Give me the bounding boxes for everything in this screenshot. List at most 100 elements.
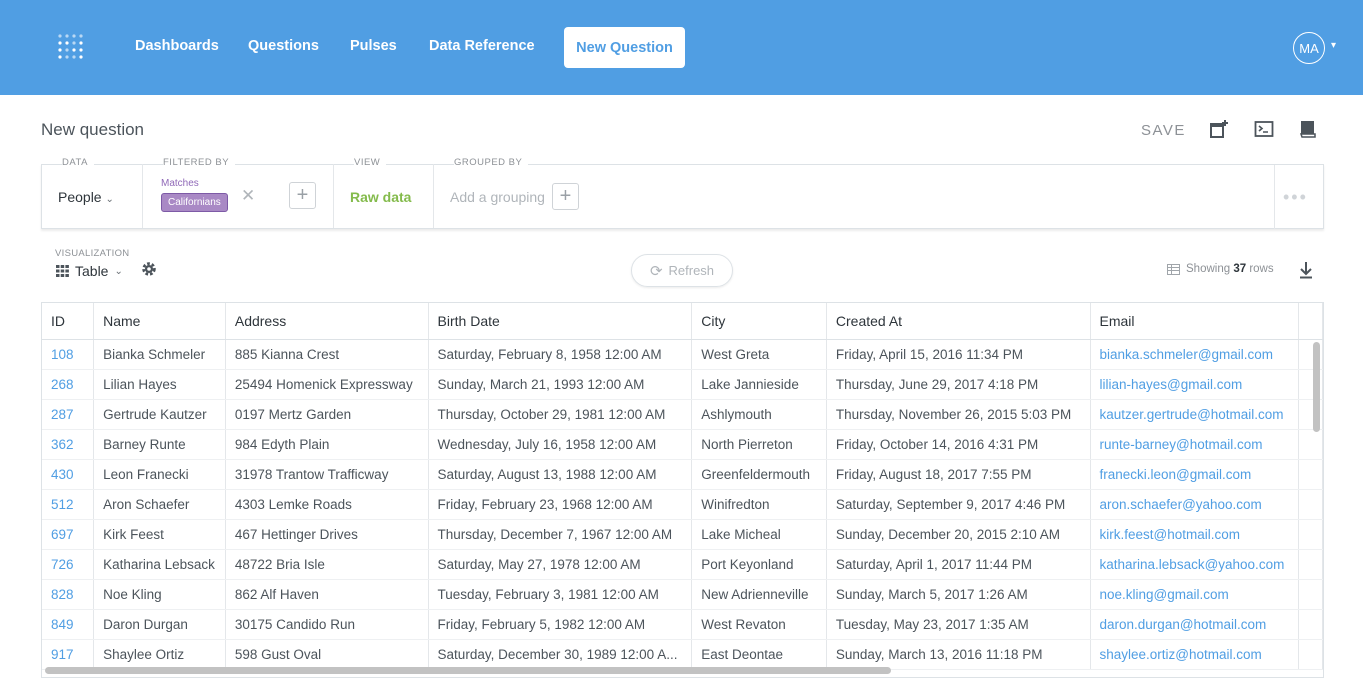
column-header-id[interactable]: ID — [42, 303, 95, 340]
nav-data-reference[interactable]: Data Reference — [429, 38, 535, 54]
table-cell-id[interactable]: 287 — [42, 399, 95, 430]
table-cell-email[interactable]: shaylee.ortiz@hotmail.com — [1090, 639, 1300, 670]
column-header-created-at[interactable]: Created At — [826, 303, 1091, 340]
table-cell-id[interactable]: 430 — [42, 459, 95, 490]
column-header-name[interactable]: Name — [93, 303, 226, 340]
table-cell-created-at: Sunday, March 13, 2016 11:18 PM — [826, 639, 1091, 670]
table-cell-city: Lake Micheal — [691, 519, 827, 550]
results-table: ID Name Address Birth Date City Created At Ema… — [41, 302, 1324, 678]
save-button[interactable]: SAVE — [1141, 122, 1186, 139]
table-cell-address: 4303 Lemke Roads — [225, 489, 429, 520]
table-cell-city: West Greta — [691, 339, 827, 370]
table-cell-created-at: Tuesday, May 23, 2017 1:35 AM — [826, 609, 1091, 640]
reference-book-icon[interactable] — [1298, 119, 1318, 139]
chevron-down-icon[interactable]: ▾ — [1331, 40, 1336, 51]
table-cell-id[interactable]: 108 — [42, 339, 95, 370]
table-cell-created-at: Saturday, April 1, 2017 11:44 PM — [826, 549, 1091, 580]
table-cell-created-at: Saturday, September 9, 2017 4:46 PM — [826, 489, 1091, 520]
table-row: 828 Noe Kling 862 Alf Haven Tuesday, Februa… — [42, 579, 1323, 610]
row-count: Showing 37 rows — [1167, 263, 1274, 275]
table-cell-id[interactable]: 828 — [42, 579, 95, 610]
table-cell-email[interactable]: franecki.leon@gmail.com — [1090, 459, 1300, 490]
data-source-select[interactable]: People ⌄ — [58, 189, 114, 205]
table-row: 849 Daron Durgan 30175 Candido Run Friday, … — [42, 609, 1323, 640]
table-cell-address: 25494 Homenick Expressway — [225, 369, 429, 400]
table-cell-id[interactable]: 512 — [42, 489, 95, 520]
metabase-logo-icon[interactable] — [57, 33, 85, 61]
add-grouping-link[interactable]: Add a grouping — [450, 189, 545, 205]
table-cell-id[interactable]: 849 — [42, 609, 95, 640]
nav-pulses[interactable]: Pulses — [350, 38, 397, 54]
table-cell-birth-date: Thursday, October 29, 1981 12:00 AM — [428, 399, 693, 430]
table-cell-id[interactable]: 917 — [42, 639, 95, 670]
horizontal-scrollbar[interactable] — [45, 667, 891, 674]
table-cell-created-at: Friday, August 18, 2017 7:55 PM — [826, 459, 1091, 490]
chevron-down-icon: ⌄ — [114, 265, 123, 277]
refresh-button[interactable]: ⟳ Refresh — [631, 254, 733, 287]
table-cell-address: 984 Edyth Plain — [225, 429, 429, 460]
add-to-dashboard-icon[interactable] — [1209, 119, 1229, 139]
table-cell-spacer — [1298, 429, 1323, 460]
avatar[interactable]: MA — [1293, 32, 1325, 64]
table-cell-city: Greenfeldermouth — [691, 459, 827, 490]
table-cell-email[interactable]: lilian-hayes@gmail.com — [1090, 369, 1300, 400]
table-cell-email[interactable]: runte-barney@hotmail.com — [1090, 429, 1300, 460]
nav-questions[interactable]: Questions — [248, 38, 319, 54]
row-count-value: 37 — [1233, 263, 1247, 275]
table-cell-name: Gertrude Kautzer — [93, 399, 226, 430]
table-cell-birth-date: Saturday, May 27, 1978 12:00 AM — [428, 549, 693, 580]
table-cell-address: 48722 Bria Isle — [225, 549, 429, 580]
table-cell-id[interactable]: 362 — [42, 429, 95, 460]
table-row: 268 Lilian Hayes 25494 Homenick Expressway… — [42, 369, 1323, 400]
table-cell-name: Lilian Hayes — [93, 369, 226, 400]
nav-dashboards[interactable]: Dashboards — [135, 38, 219, 54]
table-cell-email[interactable]: bianka.schmeler@gmail.com — [1090, 339, 1300, 370]
table-cell-address: 598 Gust Oval — [225, 639, 429, 670]
vertical-scrollbar[interactable] — [1313, 342, 1320, 432]
table-cell-name: Kirk Feest — [93, 519, 226, 550]
data-label: DATA — [62, 157, 94, 168]
table-cell-created-at: Thursday, June 29, 2017 4:18 PM — [826, 369, 1091, 400]
view-select[interactable]: Raw data — [350, 189, 411, 205]
table-cell-name: Leon Franecki — [93, 459, 226, 490]
table-cell-email[interactable]: kirk.feest@hotmail.com — [1090, 519, 1300, 550]
table-cell-email[interactable]: kautzer.gertrude@hotmail.com — [1090, 399, 1300, 430]
table-cell-birth-date: Wednesday, July 16, 1958 12:00 AM — [428, 429, 693, 460]
table-cell-created-at: Sunday, December 20, 2015 2:10 AM — [826, 519, 1091, 550]
download-icon[interactable] — [1298, 261, 1314, 279]
table-row: 697 Kirk Feest 467 Hettinger Drives Thursda… — [42, 519, 1323, 550]
table-cell-name: Barney Runte — [93, 429, 226, 460]
gear-icon[interactable] — [140, 260, 158, 278]
table-cell-birth-date: Friday, February 23, 1968 12:00 AM — [428, 489, 693, 520]
more-options-button[interactable]: ••• — [1283, 187, 1308, 208]
add-grouping-button[interactable]: + — [552, 183, 579, 210]
visualization-type: Table — [75, 263, 109, 279]
table-cell-birth-date: Saturday, December 30, 1989 12:00 A... — [428, 639, 693, 670]
close-icon[interactable]: ✕ — [241, 186, 255, 206]
table-cell-id[interactable]: 726 — [42, 549, 95, 580]
table-cell-email[interactable]: katharina.lebsack@yahoo.com — [1090, 549, 1300, 580]
sql-editor-icon[interactable] — [1254, 119, 1274, 139]
showing-suffix: rows — [1249, 263, 1274, 275]
table-cell-id[interactable]: 268 — [42, 369, 95, 400]
table-cell-spacer — [1298, 459, 1323, 490]
column-header-email[interactable]: Email — [1090, 303, 1300, 340]
table-cell-email[interactable]: noe.kling@gmail.com — [1090, 579, 1300, 610]
segment-filter-chip[interactable]: Californians — [161, 193, 228, 212]
table-cell-city: East Deontae — [691, 639, 827, 670]
table-cell-email[interactable]: daron.durgan@hotmail.com — [1090, 609, 1300, 640]
column-header-city[interactable]: City — [691, 303, 827, 340]
new-question-button[interactable]: New Question — [564, 27, 685, 68]
table-cell-spacer — [1298, 639, 1323, 670]
query-builder: DATA People ⌄ FILTERED BY Matches Califo… — [41, 157, 1324, 229]
view-section: VIEW Raw data — [334, 157, 434, 228]
table-cell-id[interactable]: 697 — [42, 519, 95, 550]
column-header-address[interactable]: Address — [225, 303, 429, 340]
chevron-down-icon: ⌄ — [105, 194, 114, 205]
column-header-birth-date[interactable]: Birth Date — [428, 303, 693, 340]
filtered-by-label: FILTERED BY — [163, 157, 236, 168]
visualization-select[interactable]: Table ⌄ — [56, 263, 123, 279]
table-cell-email[interactable]: aron.schaefer@yahoo.com — [1090, 489, 1300, 520]
add-filter-button[interactable]: + — [289, 182, 316, 209]
table-cell-spacer — [1298, 609, 1323, 640]
